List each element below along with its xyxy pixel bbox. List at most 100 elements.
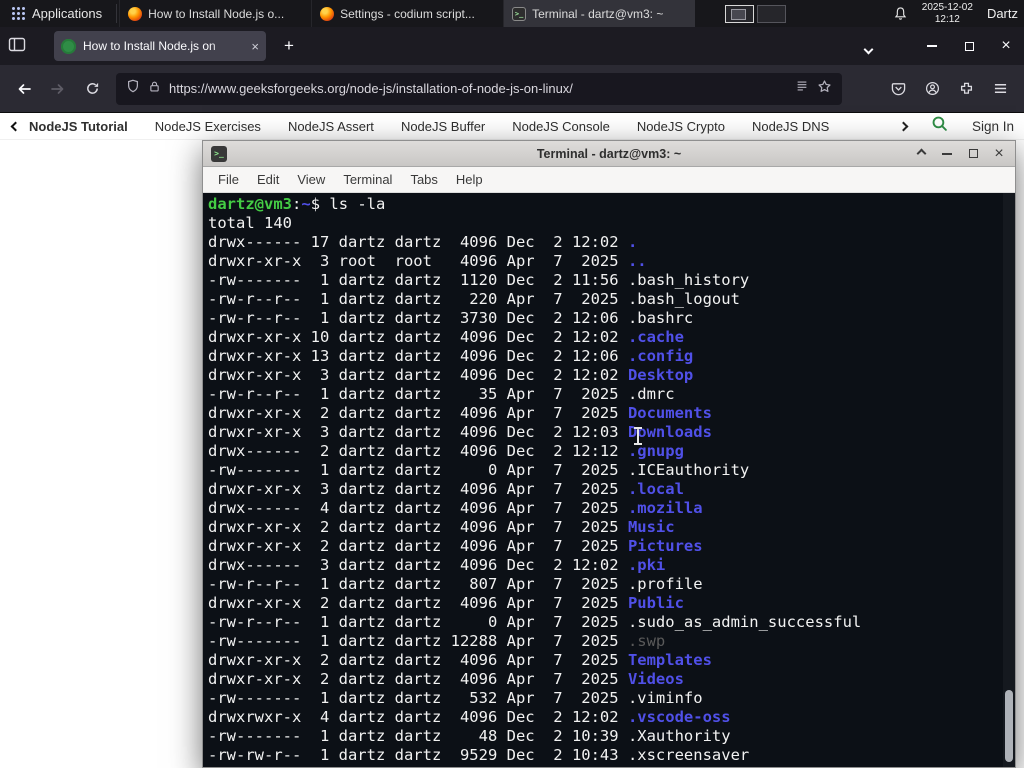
reload-button[interactable] [76, 74, 108, 104]
terminal-maximize-button[interactable] [966, 146, 980, 162]
file-name: .sudo_as_admin_successful [627, 613, 862, 631]
notification-bell-icon[interactable] [893, 6, 908, 21]
workspace-1[interactable] [725, 4, 755, 23]
file-name: .swp [627, 632, 666, 650]
top-panel: Applications How to Install Node.js o...… [0, 0, 1024, 27]
clock-time: 12:12 [934, 13, 960, 25]
site-nav-link[interactable]: NodeJS Tutorial [29, 119, 128, 134]
terminal-prompt-line: dartz@vm3:~$ ls -la [208, 195, 386, 213]
site-nav-link[interactable]: NodeJS DNS [752, 119, 829, 134]
browser-tab[interactable]: How to Install Node.js on [54, 31, 266, 61]
file-name: .profile [627, 575, 703, 593]
ls-entry: drwxr-xr-x 2 dartz dartz 4096 Apr 7 2025… [208, 651, 712, 669]
account-icon[interactable] [916, 74, 948, 104]
applications-icon [12, 7, 25, 20]
workspace-switcher[interactable] [725, 0, 787, 27]
ls-entry: drwxr-xr-x 2 dartz dartz 4096 Apr 7 2025… [208, 537, 703, 555]
browser-tab-bar: How to Install Node.js on [0, 27, 1024, 65]
file-name: .ICEauthority [627, 461, 750, 479]
terminal-screen[interactable]: dartz@vm3:~$ ls -la total 140 drwx------ 1… [203, 193, 1015, 767]
ls-entry: drwxr-xr-x 2 dartz dartz 4096 Apr 7 2025… [208, 518, 675, 536]
ls-entry: -rw-r--r-- 1 dartz dartz 35 Apr 7 2025 .… [208, 385, 675, 403]
window-maximize-button[interactable] [959, 36, 979, 56]
menu-hamburger-icon[interactable] [984, 74, 1016, 104]
terminal-title: Terminal - dartz@vm3: ~ [536, 146, 682, 161]
menu-file[interactable]: File [209, 172, 248, 187]
file-name: .xscreensaver [627, 746, 750, 764]
terminal-titlebar[interactable]: Terminal - dartz@vm3: ~ [203, 141, 1015, 167]
site-nav-link[interactable]: NodeJS Assert [288, 119, 374, 134]
pocket-icon[interactable] [882, 74, 914, 104]
tracking-shield-icon[interactable] [126, 78, 140, 99]
menu-help[interactable]: Help [447, 172, 492, 187]
sign-in-link[interactable]: Sign In [972, 119, 1014, 134]
terminal-shade-button[interactable] [914, 146, 928, 162]
taskbar-button[interactable]: Settings - codium script... [311, 0, 503, 27]
menu-view[interactable]: View [288, 172, 334, 187]
file-name: .Xauthority [627, 727, 731, 745]
file-name: .dmrc [627, 385, 675, 403]
reader-view-icon[interactable] [795, 79, 809, 98]
site-search-icon[interactable] [931, 115, 948, 137]
terminal-scrollbar[interactable] [1003, 193, 1015, 767]
scrollbar-thumb[interactable] [1005, 690, 1013, 762]
user-menu[interactable]: Dartz [987, 6, 1018, 21]
clock-date: 2025-12-02 [921, 2, 973, 13]
forward-button[interactable] [42, 74, 74, 104]
ls-entry: -rw------- 1 dartz dartz 1120 Dec 2 11:5… [208, 271, 750, 289]
gfg-favicon [61, 38, 76, 54]
panel-clock[interactable]: 2025-12-02 12:12 [922, 2, 973, 25]
taskbar-button[interactable]: How to Install Node.js o... [119, 0, 311, 27]
firefox-view-button[interactable] [8, 37, 26, 57]
file-name: .pki [627, 556, 666, 574]
nav-scroll-left-icon[interactable] [10, 121, 21, 131]
lock-icon[interactable] [148, 79, 161, 99]
extensions-icon[interactable] [950, 74, 982, 104]
file-name: .bash_logout [627, 290, 740, 308]
window-minimize-button[interactable] [922, 36, 942, 56]
applications-menu-button[interactable]: Applications [0, 0, 114, 27]
tab-title: How to Install Node.js on [83, 39, 216, 53]
site-nav-link[interactable]: NodeJS Exercises [155, 119, 261, 134]
back-button[interactable] [8, 74, 40, 104]
terminal-close-button[interactable] [992, 146, 1006, 162]
file-name: .local [627, 480, 684, 498]
ls-entry: drwx------ 4 dartz dartz 4096 Apr 7 2025… [208, 499, 703, 517]
file-name: Templates [627, 651, 712, 669]
browser-toolbar: https://www.geeksforgeeks.org/node-js/in… [0, 65, 1024, 113]
tab-close-icon[interactable] [251, 39, 259, 54]
window-close-button[interactable] [996, 36, 1016, 56]
url-text[interactable]: https://www.geeksforgeeks.org/node-js/in… [169, 81, 787, 96]
url-bar[interactable]: https://www.geeksforgeeks.org/node-js/in… [116, 72, 842, 105]
menu-edit[interactable]: Edit [248, 172, 288, 187]
taskbar-button-label: Settings - codium script... [340, 6, 475, 21]
terminal-menubar: File Edit View Terminal Tabs Help [203, 167, 1015, 193]
applications-label: Applications [32, 6, 103, 21]
site-nav-link[interactable]: NodeJS Console [512, 119, 610, 134]
file-name: .mozilla [627, 499, 703, 517]
file-name: Videos [627, 670, 684, 688]
panel-separator [116, 4, 118, 23]
workspace-2[interactable] [757, 4, 787, 23]
new-tab-button[interactable] [277, 34, 301, 58]
taskbar-button[interactable]: Terminal - dartz@vm3: ~ [503, 0, 696, 27]
file-name: .vscode-oss [627, 708, 731, 726]
file-name: .config [627, 347, 694, 365]
menu-terminal[interactable]: Terminal [334, 172, 401, 187]
site-nav-link[interactable]: NodeJS Buffer [401, 119, 485, 134]
ls-entry: drwxr-xr-x 3 dartz dartz 4096 Dec 2 12:0… [208, 366, 694, 384]
taskbar: How to Install Node.js o... Settings - co… [119, 0, 696, 27]
menu-tabs[interactable]: Tabs [401, 172, 446, 187]
ls-entry: -rw------- 1 dartz dartz 48 Dec 2 10:39 … [208, 727, 731, 745]
ls-entry: -rw-rw-r-- 1 dartz dartz 9529 Dec 2 10:4… [208, 746, 750, 764]
ls-entry: drwxr-xr-x 2 dartz dartz 4096 Apr 7 2025… [208, 404, 712, 422]
bookmark-star-icon[interactable] [817, 79, 832, 99]
ls-entry: -rw-r--r-- 1 dartz dartz 220 Apr 7 2025 … [208, 290, 740, 308]
file-name: .bashrc [627, 309, 694, 327]
nav-scroll-right-icon[interactable] [898, 121, 909, 131]
list-tabs-chevron-icon[interactable] [863, 40, 874, 58]
site-nav-link[interactable]: NodeJS Crypto [637, 119, 725, 134]
terminal-minimize-button[interactable] [940, 146, 954, 162]
ls-entry: -rw------- 1 dartz dartz 12288 Apr 7 202… [208, 632, 666, 650]
ls-entry: drwxr-xr-x 3 dartz dartz 4096 Apr 7 2025… [208, 480, 684, 498]
